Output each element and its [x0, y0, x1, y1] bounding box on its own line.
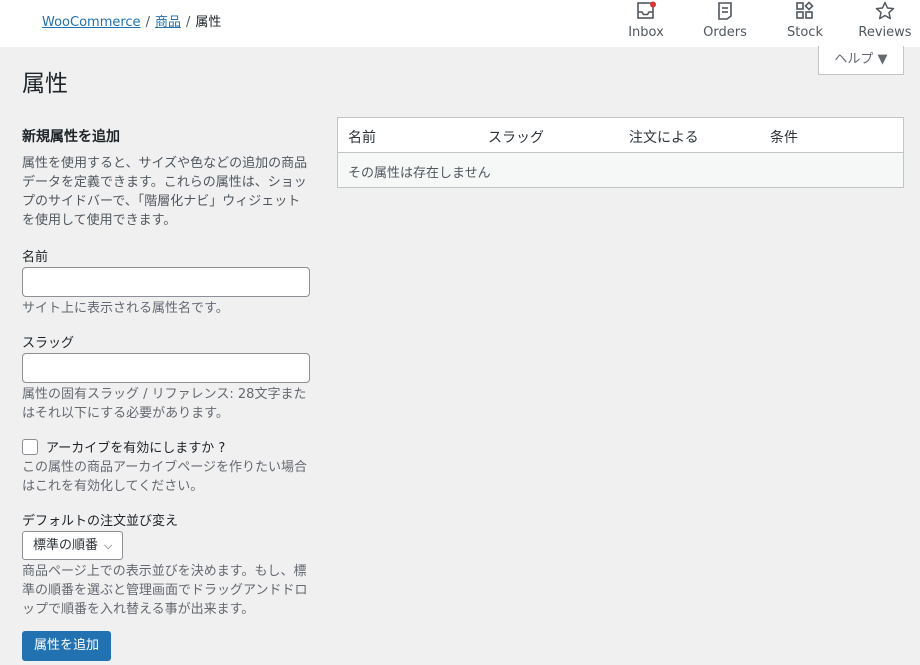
chevron-down-icon: ⌵ [104, 539, 113, 552]
archive-checkbox[interactable] [22, 439, 38, 455]
breadcrumb-woocommerce-link[interactable]: WooCommerce [42, 15, 141, 30]
breadcrumb-separator: / [185, 15, 191, 30]
name-description: サイト上に表示される属性名です。 [22, 301, 229, 316]
activity-orders[interactable]: Orders [690, 0, 760, 47]
slug-label: スラッグ [22, 336, 75, 351]
breadcrumb-products-link[interactable]: 商品 [155, 15, 181, 30]
form-heading: 新規属性を追加 [22, 129, 120, 145]
breadcrumb-current: 属性 [195, 15, 222, 30]
activity-reviews[interactable]: Reviews [850, 0, 920, 47]
activity-inbox[interactable]: Inbox [611, 0, 681, 47]
orders-label: Orders [703, 25, 747, 40]
attributes-table: 名前 スラッグ 注文による 条件 その属性は存在しません [337, 117, 904, 188]
name-label: 名前 [22, 250, 49, 265]
column-order-by: 注文による [629, 130, 699, 146]
order-select[interactable]: 標準の順番 ⌵ [22, 531, 124, 560]
reviews-label: Reviews [858, 25, 912, 40]
table-header: 名前 スラッグ 注文による 条件 [338, 118, 903, 153]
page-title: 属性 [22, 71, 68, 97]
archive-option[interactable]: アーカイブを有効にしますか ? [22, 437, 312, 456]
form-intro: 属性を使用すると、サイズや色などの追加の商品データを定義できます。これらの属性は… [22, 156, 308, 228]
orders-icon [718, 2, 732, 20]
add-attribute-form: 新規属性を追加 属性を使用すると、サイズや色などの追加の商品データを定義できます… [22, 126, 312, 661]
inbox-label: Inbox [628, 25, 664, 40]
name-input[interactable] [22, 267, 310, 297]
add-attribute-button[interactable]: 属性を追加 [22, 631, 112, 661]
order-select-value: 標準の順番 [33, 538, 99, 553]
column-name: 名前 [348, 130, 376, 146]
slug-description: 属性の固有スラッグ / リファレンス: 28文字またはそれ以下にする必要がありま… [22, 387, 307, 421]
column-slug: スラッグ [488, 130, 544, 146]
inbox-icon [637, 1, 656, 19]
empty-message: その属性は存在しません [348, 166, 491, 181]
order-description: 商品ページ上での表示並びを決めます。もし、標準の順番を選ぶと管理画面でドラッグア… [22, 564, 308, 617]
order-label: デフォルトの注文並び変え [22, 514, 179, 529]
stock-icon [796, 1, 814, 19]
top-header: WooCommerce / 商品 / 属性 Inbox Orders Stock Rev… [0, 0, 920, 47]
breadcrumb-separator: / [145, 15, 150, 30]
star-icon [875, 1, 895, 20]
slug-input[interactable] [22, 353, 310, 383]
archive-label: アーカイブを有効にしますか ? [46, 441, 226, 456]
archive-description: この属性の商品アーカイブページを作りたい場合はこれを有効化してください。 [22, 460, 307, 494]
help-tab-button[interactable]: ヘルプ ▼ [818, 46, 904, 75]
column-terms: 条件 [770, 130, 798, 146]
breadcrumb: WooCommerce / 商品 / 属性 [42, 11, 221, 30]
table-empty-row: その属性は存在しません [338, 153, 903, 187]
stock-label: Stock [787, 25, 823, 40]
activity-stock[interactable]: Stock [770, 0, 840, 47]
